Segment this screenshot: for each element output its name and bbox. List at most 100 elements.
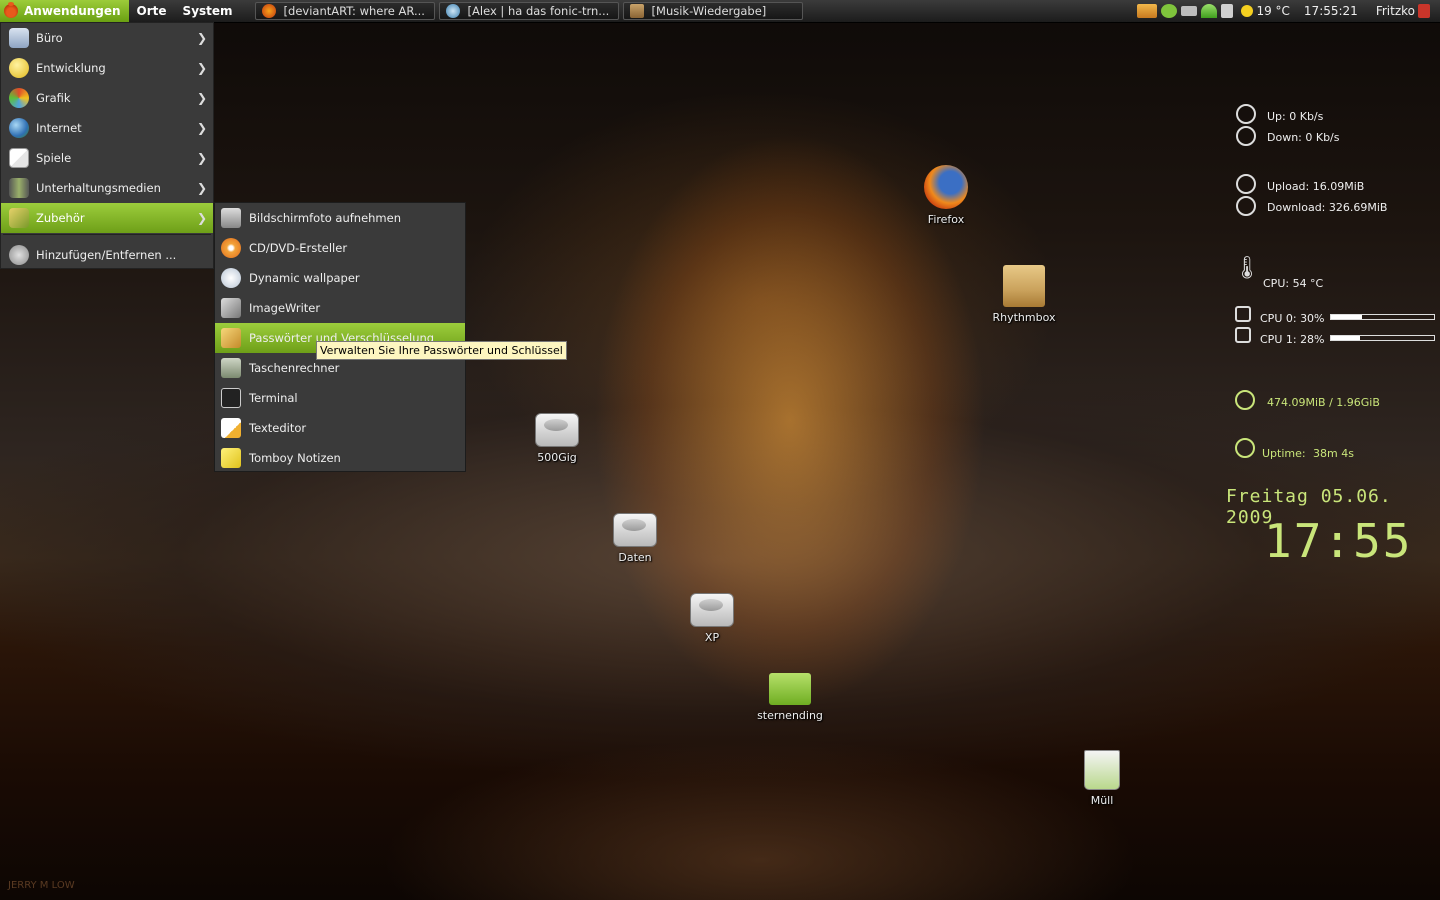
desktop-icon-label: Müll (1090, 794, 1114, 807)
desktop-icon-label: 500Gig (537, 451, 577, 464)
applications-menu-button[interactable]: Anwendungen (0, 0, 129, 22)
chevron-right-icon: ❯ (196, 31, 207, 45)
top-panel: Anwendungen Orte System [deviantART: whe… (0, 0, 1440, 23)
submenu-item-imagewriter[interactable]: ImageWriter (215, 293, 465, 323)
applications-menu-label: Anwendungen (24, 4, 121, 18)
desktop-icon-daten[interactable]: Daten (580, 513, 690, 564)
globe-icon (9, 118, 29, 138)
menu-item-label: Entwicklung (36, 61, 106, 75)
cpu0-bar-fill (1331, 315, 1362, 319)
hard-drive-icon (613, 513, 657, 547)
wallpaper-ground (0, 660, 1440, 900)
download-icon (1236, 196, 1256, 216)
system-tray: 19 °C 17:55:21 Fritzko (1133, 0, 1440, 22)
submenu-item-label: ImageWriter (249, 301, 321, 315)
memory-icon (1235, 390, 1255, 410)
cards-icon (9, 148, 29, 168)
net-upload-total: Upload: 16.09MiB (1267, 180, 1365, 193)
taskbar-item-music[interactable]: [Musik-Wiedergabe] (622, 2, 803, 20)
memory-usage: 474.09MiB / 1.96GiB (1267, 396, 1380, 409)
submenu-item-label: Bildschirmfoto aufnehmen (249, 211, 401, 225)
wifi-icon[interactable] (1201, 4, 1218, 18)
taskbar-item-label: [deviantART: where AR... (283, 4, 425, 18)
desktop-icon-label: Firefox (927, 213, 965, 226)
menu-item-label: Hinzufügen/Entfernen ... (36, 248, 177, 262)
menu-item-development[interactable]: Entwicklung ❯ (1, 53, 213, 83)
panel-clock[interactable]: 17:55:21 (1304, 4, 1358, 18)
upload-icon (1236, 174, 1256, 194)
submenu-item-texteditor[interactable]: Texteditor (215, 413, 465, 443)
user-name[interactable]: Fritzko (1376, 4, 1415, 18)
menu-item-games[interactable]: Spiele ❯ (1, 143, 213, 173)
uptime-icon (1235, 438, 1255, 458)
weather-temperature[interactable]: 19 °C (1256, 4, 1289, 18)
shutdown-icon[interactable] (1418, 4, 1430, 18)
desktop-icon-label: XP (704, 631, 720, 644)
thermometer-icon: 🌡 (1233, 256, 1261, 281)
terminal-icon (221, 388, 241, 408)
taskbar-item-deviantart[interactable]: [deviantART: where AR... (254, 2, 435, 20)
menu-item-graphics[interactable]: Grafik ❯ (1, 83, 213, 113)
weather-cloud-icon (221, 268, 241, 288)
cpu0-label: CPU 0: 30% (1260, 312, 1325, 325)
system-menu-button[interactable]: System (175, 0, 241, 22)
messenger-status-icon[interactable] (1161, 4, 1178, 18)
cpu1-label: CPU 1: 28% (1260, 333, 1325, 346)
menu-item-label: Büro (36, 31, 63, 45)
taskbar-item-chat[interactable]: [Alex | ha das fonic-trn... (438, 2, 619, 20)
places-menu-button[interactable]: Orte (129, 0, 175, 22)
desktop-icon-rhythmbox[interactable]: Rhythmbox (969, 265, 1079, 324)
submenu-item-dynamic-wallpaper[interactable]: Dynamic wallpaper (215, 263, 465, 293)
firefox-icon (924, 165, 968, 209)
chevron-right-icon: ❯ (196, 121, 207, 135)
menu-item-label: Grafik (36, 91, 71, 105)
mail-icon[interactable] (1181, 6, 1198, 16)
desktop-icon-xp[interactable]: XP (657, 593, 767, 644)
volume-icon[interactable] (1221, 4, 1234, 18)
graphics-icon (9, 88, 29, 108)
trash-icon (1084, 750, 1120, 790)
accessories-icon (9, 208, 29, 228)
net-download-total: Download: 326.69MiB (1267, 201, 1388, 214)
arrow-down-circle-icon (1236, 126, 1256, 146)
uptime-label: Uptime: (1262, 447, 1306, 460)
submenu-item-cd-dvd[interactable]: CD/DVD-Ersteller (215, 233, 465, 263)
desktop-icon-sternending[interactable]: sternending (735, 673, 845, 722)
chevron-right-icon: ❯ (196, 61, 207, 75)
taskbar-item-label: [Alex | ha das fonic-trn... (467, 4, 610, 18)
conky-clock: 17:55 (1264, 514, 1413, 568)
submenu-item-label: CD/DVD-Ersteller (249, 241, 348, 255)
camera-icon (221, 208, 241, 228)
submenu-item-label: Texteditor (249, 421, 307, 435)
notes-icon (221, 448, 241, 468)
submenu-item-tomboy[interactable]: Tomboy Notizen (215, 443, 465, 473)
wallpaper-credit: JERRY M LOW (8, 880, 75, 891)
accessories-submenu: Bildschirmfoto aufnehmen CD/DVD-Erstelle… (214, 202, 466, 472)
weather-sun-icon[interactable] (1241, 5, 1254, 17)
menu-item-office[interactable]: Büro ❯ (1, 23, 213, 53)
rhythmbox-icon (1003, 265, 1045, 307)
menu-item-add-remove[interactable]: Hinzufügen/Entfernen ... (1, 240, 213, 270)
chevron-right-icon: ❯ (196, 181, 207, 195)
uptime-value: 38m 4s (1313, 447, 1354, 460)
cpu1-bar-fill (1331, 336, 1360, 340)
desktop-icon-500gig[interactable]: 500Gig (502, 413, 612, 464)
film-icon (9, 178, 29, 198)
net-up-speed: Up: 0 Kb/s (1267, 110, 1324, 123)
submenu-item-screenshot[interactable]: Bildschirmfoto aufnehmen (215, 203, 465, 233)
menu-item-internet[interactable]: Internet ❯ (1, 113, 213, 143)
applications-menu: Büro ❯ Entwicklung ❯ Grafik ❯ Internet ❯… (0, 22, 214, 269)
menu-item-accessories[interactable]: Zubehör ❯ (1, 203, 213, 233)
menu-item-multimedia[interactable]: Unterhaltungsmedien ❯ (1, 173, 213, 203)
desktop-icon-label: Rhythmbox (992, 311, 1056, 324)
package-updates-icon[interactable] (1137, 4, 1158, 18)
menu-item-label: Zubehör (36, 211, 85, 225)
desktop-icon-firefox[interactable]: Firefox (891, 165, 1001, 226)
text-editor-icon (221, 418, 241, 438)
submenu-item-label: Tomboy Notizen (249, 451, 341, 465)
hard-drive-icon (690, 593, 734, 627)
cpu-chip-icon (1235, 327, 1251, 343)
submenu-item-terminal[interactable]: Terminal (215, 383, 465, 413)
desktop-icon-trash[interactable]: Müll (1047, 750, 1157, 807)
chevron-right-icon: ❯ (196, 211, 207, 225)
